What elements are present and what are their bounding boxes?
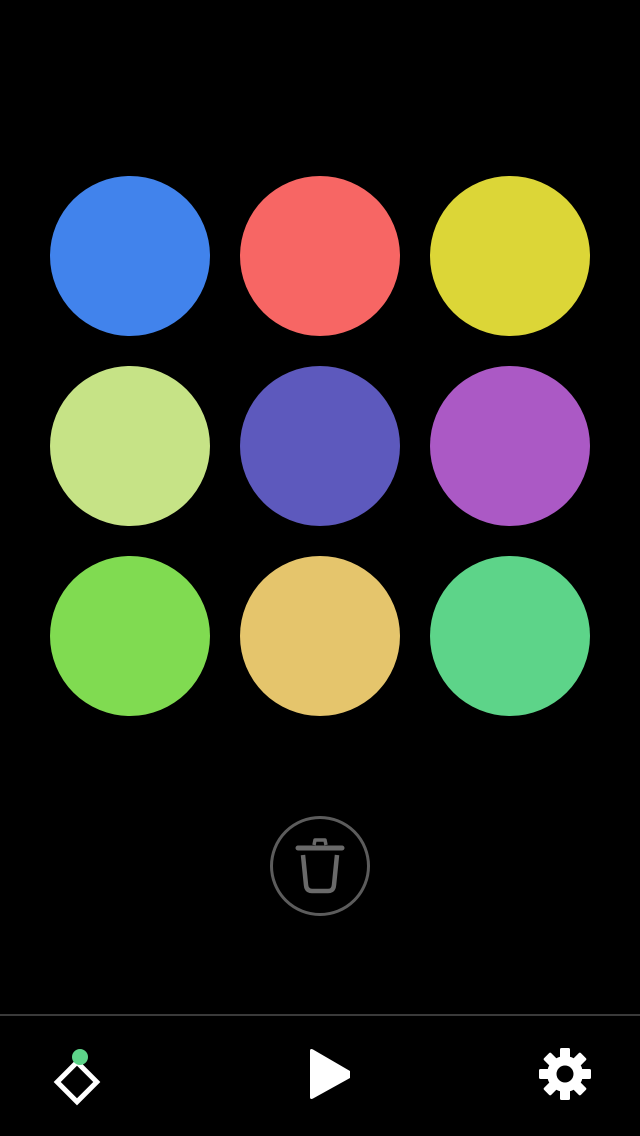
pad-light-green[interactable]	[50, 366, 210, 526]
play-icon	[310, 1049, 350, 1099]
trash-icon	[295, 838, 345, 894]
pad-purple[interactable]	[430, 366, 590, 526]
pad-yellow[interactable]	[430, 176, 590, 336]
bottom-tab-bar	[0, 1016, 640, 1136]
color-pad-grid	[50, 176, 590, 716]
delete-button[interactable]	[270, 816, 370, 916]
pad-indigo[interactable]	[240, 366, 400, 526]
active-indicator	[72, 1049, 88, 1065]
pad-coral[interactable]	[240, 176, 400, 336]
pad-blue[interactable]	[50, 176, 210, 336]
pad-green[interactable]	[50, 556, 210, 716]
pads-tab[interactable]	[35, 1034, 115, 1114]
pad-mint[interactable]	[430, 556, 590, 716]
settings-tab[interactable]	[525, 1034, 605, 1114]
gear-icon	[539, 1048, 591, 1100]
pad-amber[interactable]	[240, 556, 400, 716]
diamond-icon	[53, 1049, 101, 1106]
play-tab[interactable]	[280, 1034, 360, 1114]
